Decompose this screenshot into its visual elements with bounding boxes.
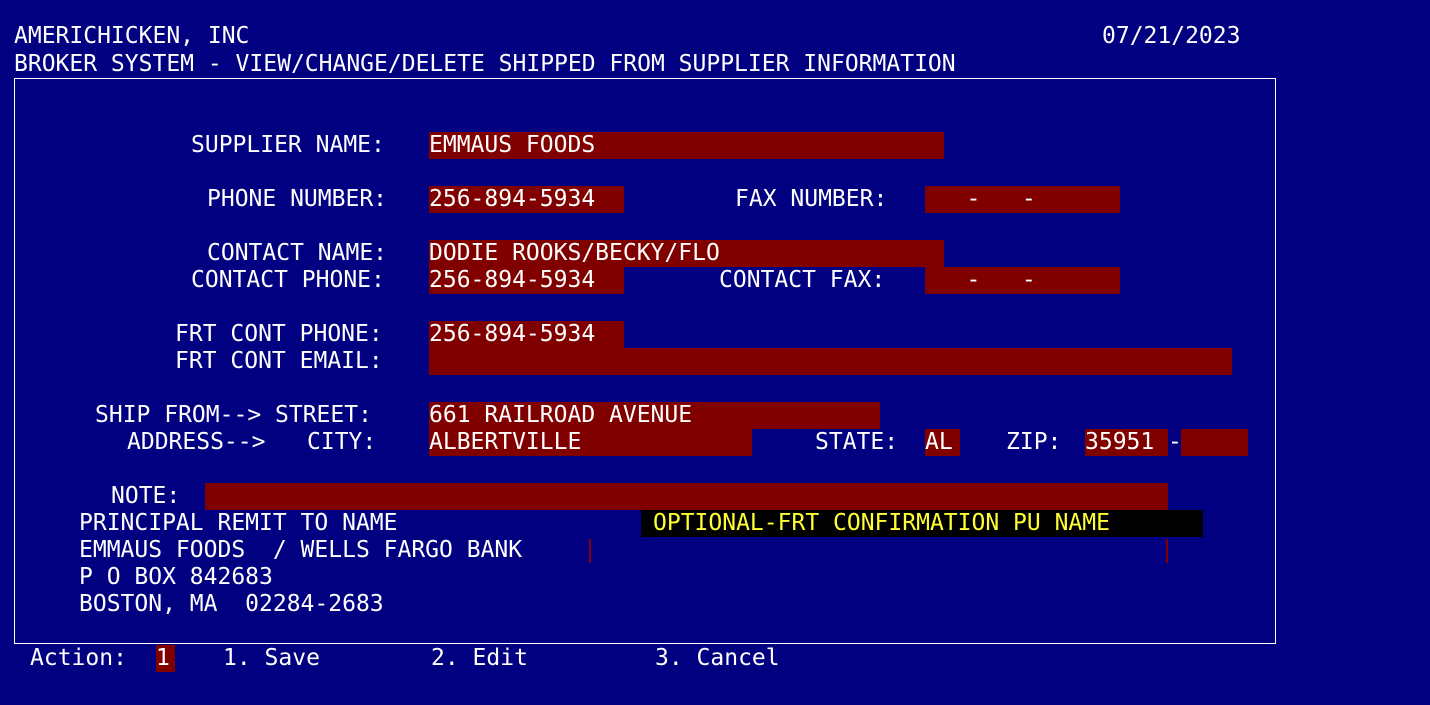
contact-fax-label: CONTACT FAX: [719, 267, 886, 293]
contact-name-label: CONTACT NAME: [207, 240, 388, 266]
remit-heading: PRINCIPAL REMIT TO NAME [79, 510, 398, 536]
street-field[interactable]: 661 RAILROAD AVENUE [429, 402, 880, 429]
remit-cursor-marker [589, 539, 591, 563]
frt-cont-email-field[interactable] [429, 348, 1232, 375]
contact-phone-label: CONTACT PHONE: [191, 267, 385, 293]
ship-from-street-label: SHIP FROM--> STREET: [95, 402, 372, 428]
zip-label: ZIP: [1006, 429, 1062, 455]
frt-cont-phone-label: FRT CONT PHONE: [175, 321, 383, 347]
action-option-edit[interactable]: 2. Edit [431, 645, 528, 672]
contact-fax-field[interactable]: - - [925, 267, 1120, 294]
remit-line-2: P O BOX 842683 [79, 564, 273, 590]
fax-number-field[interactable]: - - [925, 186, 1120, 213]
zip-field[interactable]: 35951 [1085, 429, 1168, 456]
phone-number-field[interactable]: 256-894-5934 [429, 186, 624, 213]
contact-phone-field[interactable]: 256-894-5934 [429, 267, 624, 294]
optional-frt-label: OPTIONAL-FRT CONFIRMATION PU NAME [641, 510, 1203, 537]
screen-title: BROKER SYSTEM - VIEW/CHANGE/DELETE SHIPP… [14, 51, 956, 77]
action-option-save[interactable]: 1. Save [223, 645, 320, 672]
phone-number-label: PHONE NUMBER: [207, 186, 388, 212]
screen-date: 07/21/2023 [1102, 23, 1241, 49]
state-field[interactable]: AL [925, 429, 960, 456]
optional-frt-field-marker[interactable] [1166, 539, 1168, 563]
state-label: STATE: [815, 429, 899, 455]
zip-ext-field[interactable] [1181, 429, 1248, 456]
note-label: NOTE: [111, 483, 181, 509]
remit-line-1: EMMAUS FOODS / WELLS FARGO BANK [79, 537, 523, 563]
supplier-name-field[interactable]: EMMAUS FOODS [429, 132, 944, 159]
action-field[interactable]: 1 [156, 645, 175, 672]
remit-line-3: BOSTON, MA 02284-2683 [79, 591, 384, 617]
action-label: Action: [30, 645, 127, 671]
frt-cont-email-label: FRT CONT EMAIL: [175, 348, 383, 374]
note-field[interactable] [205, 483, 1168, 510]
contact-name-field[interactable]: DODIE ROOKS/BECKY/FLO [429, 240, 944, 267]
frt-cont-phone-field[interactable]: 256-894-5934 [429, 321, 624, 348]
address-city-label: ADDRESS--> CITY: [127, 429, 377, 455]
fax-number-label: FAX NUMBER: [735, 186, 888, 212]
zip-dash: - [1168, 429, 1182, 455]
city-field[interactable]: ALBERTVILLE [429, 429, 752, 456]
company-name: AMERICHICKEN, INC [14, 23, 250, 49]
action-option-cancel[interactable]: 3. Cancel [655, 645, 780, 672]
supplier-name-label: SUPPLIER NAME: [191, 132, 385, 158]
